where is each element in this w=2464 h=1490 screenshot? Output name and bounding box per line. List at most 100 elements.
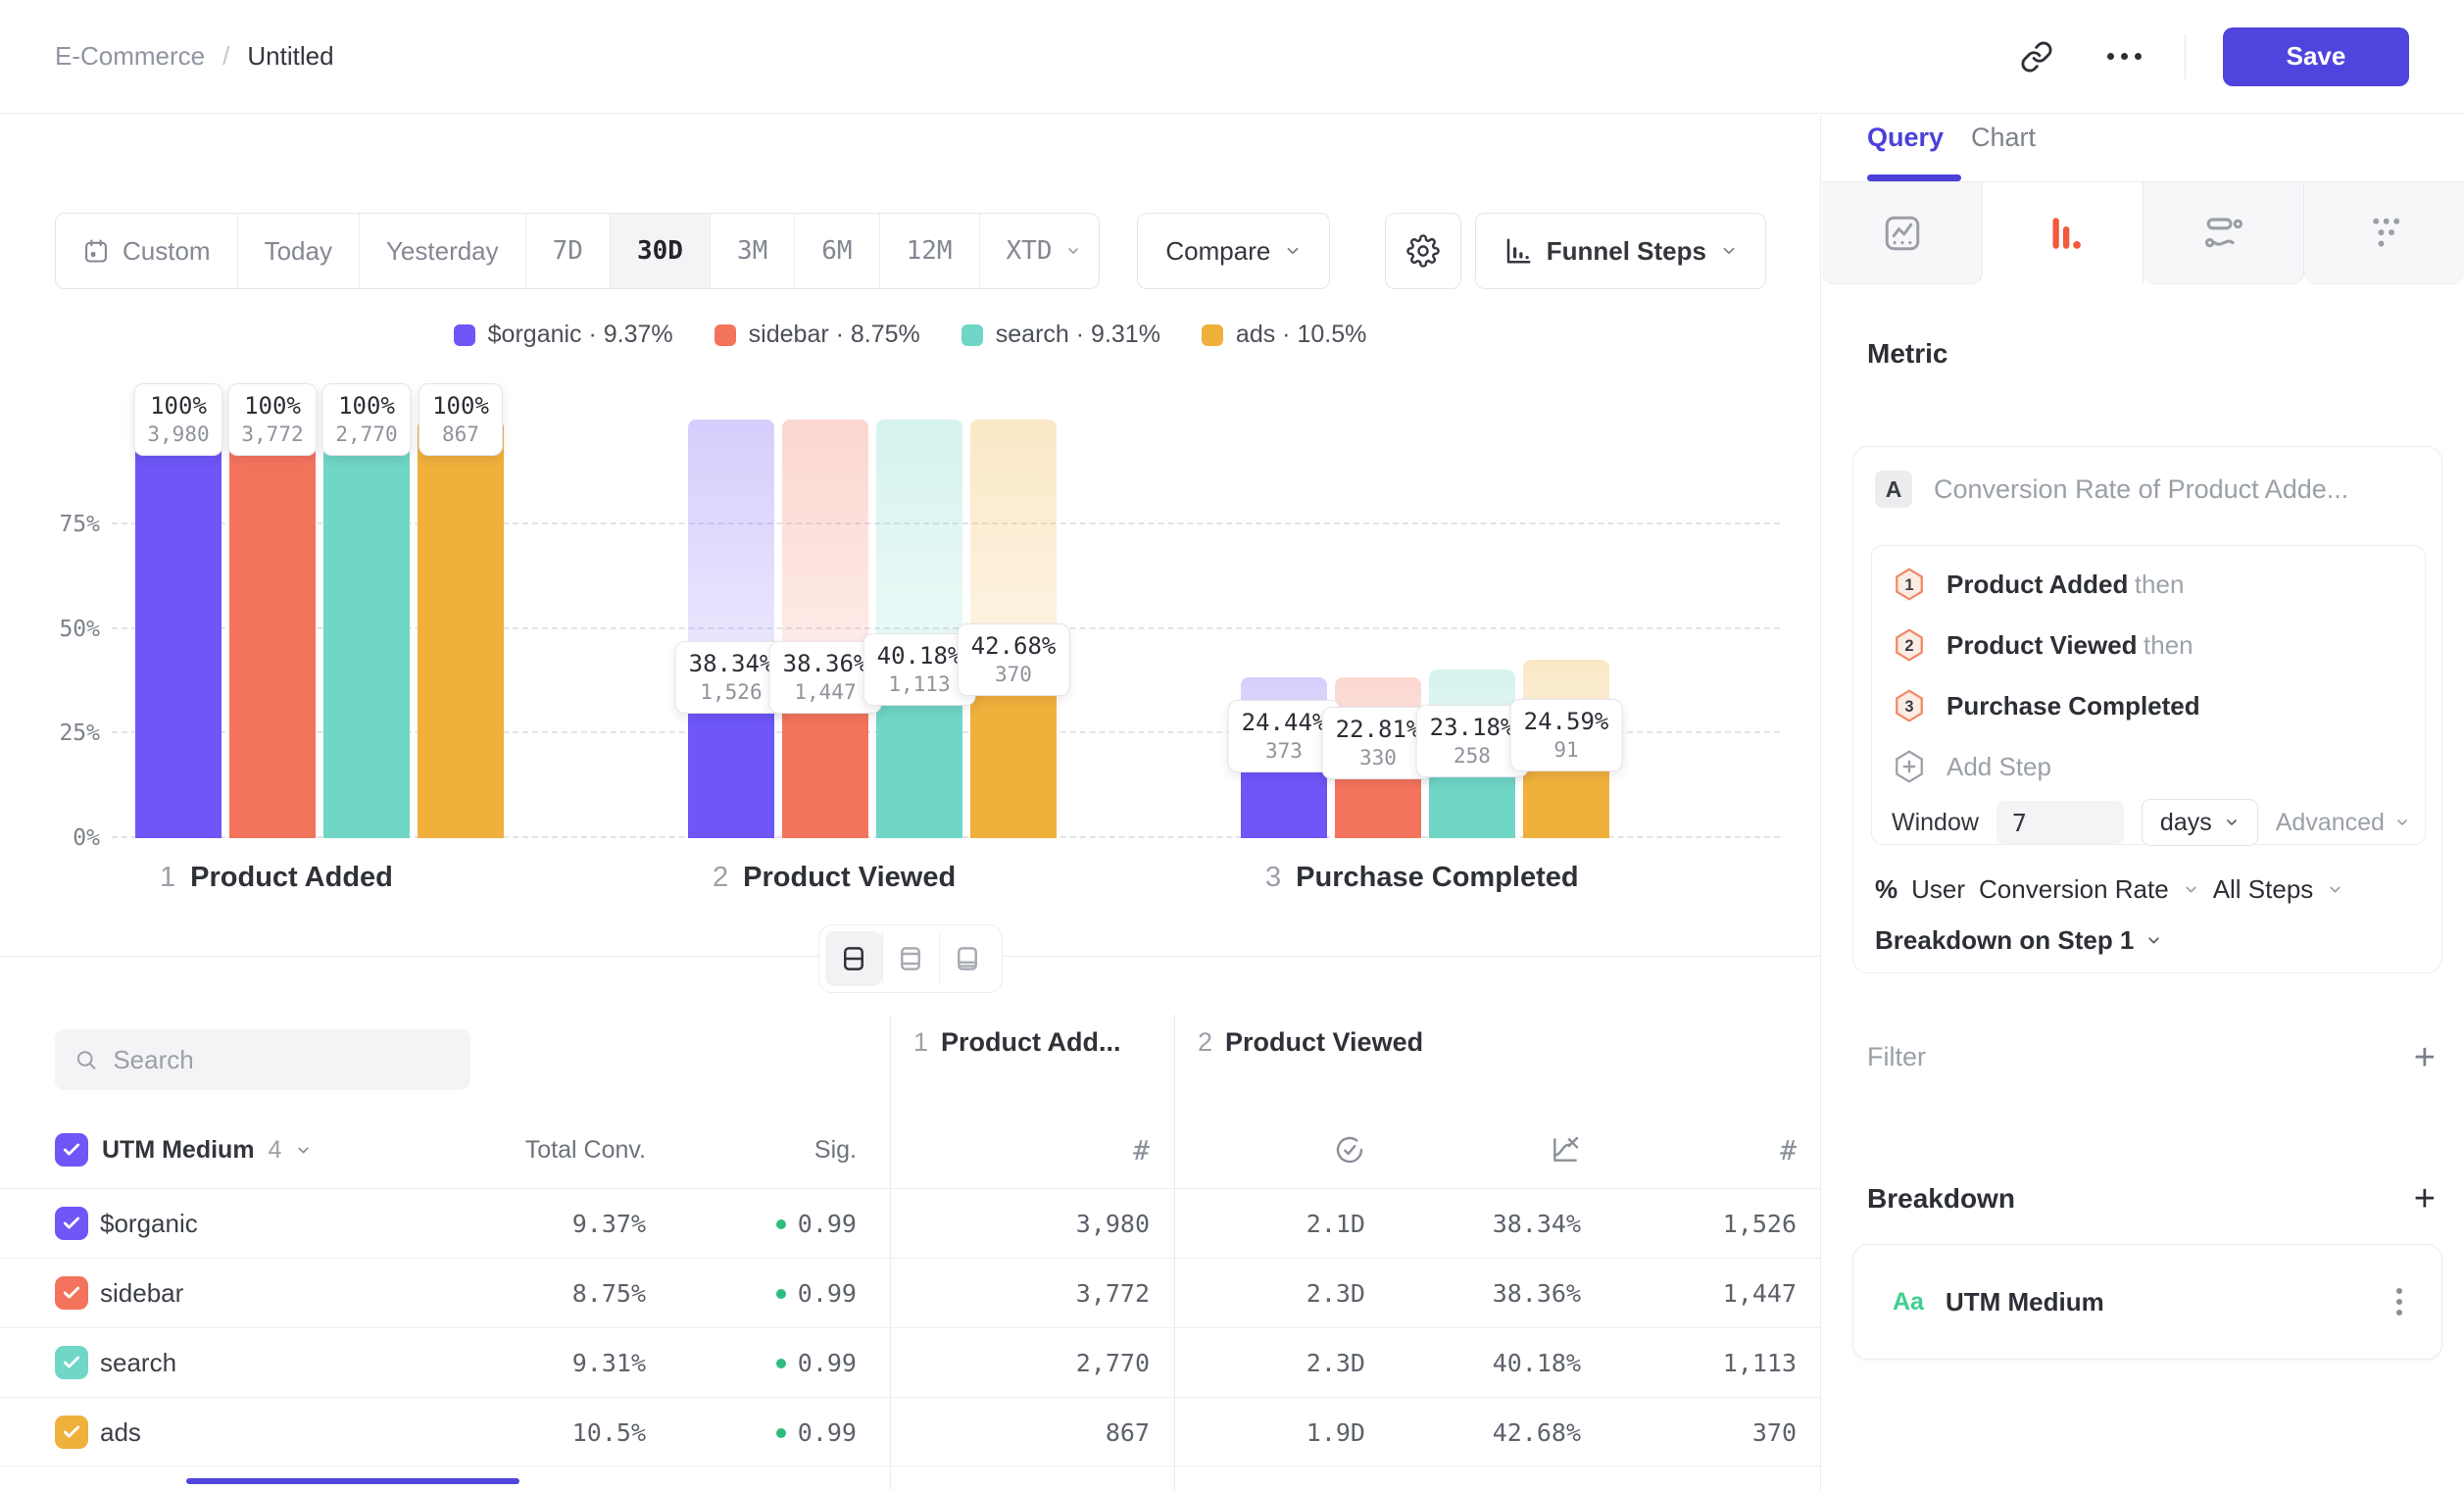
date-range-yesterday[interactable]: Yesterday: [360, 214, 526, 288]
legend-swatch: [454, 324, 475, 346]
avg-time-column-icon[interactable]: [1334, 1134, 1365, 1166]
layout-toggle-split-vertical[interactable]: [882, 931, 939, 986]
tab-journey-chart[interactable]: [2304, 182, 2464, 284]
select-all-checkbox[interactable]: [55, 1133, 88, 1167]
breakdown-on-step-select[interactable]: Breakdown on Step 1: [1875, 925, 2162, 956]
y-axis-tick: 50%: [22, 617, 100, 642]
breakdown-section: Breakdown +: [1867, 1183, 2436, 1215]
funnel-bar-ads[interactable]: 42.68%370: [970, 420, 1057, 838]
legend-item[interactable]: ads · 10.5%: [1202, 321, 1366, 349]
total-conv-header[interactable]: Total Conv.: [525, 1136, 646, 1165]
metric-step-row[interactable]: 2Product Viewed then: [1872, 615, 2425, 675]
conversion-column-icon[interactable]: [1550, 1134, 1581, 1166]
horizontal-scrollbar[interactable]: [186, 1478, 519, 1484]
share-link-button[interactable]: [2009, 29, 2064, 84]
row-checkbox[interactable]: [55, 1276, 88, 1310]
metric-step-row[interactable]: 1Product Added then: [1872, 554, 2425, 615]
chart-settings-button[interactable]: [1385, 213, 1460, 289]
date-range-12m[interactable]: 12M: [880, 214, 980, 288]
breakdown-item-menu[interactable]: [2396, 1288, 2402, 1316]
metric-title[interactable]: Conversion Rate of Product Adde...: [1934, 474, 2348, 505]
legend-item[interactable]: $organic · 9.37%: [454, 321, 673, 349]
layout-toggle-panel-bottom[interactable]: [939, 931, 996, 986]
window-unit-select[interactable]: days: [2142, 799, 2258, 846]
legend-item[interactable]: sidebar · 8.75%: [715, 321, 920, 349]
date-range-7d[interactable]: 7D: [526, 214, 611, 288]
y-axis-tick: 0%: [22, 825, 100, 851]
row-step2-time: 2.3D: [1306, 1328, 1365, 1398]
tab-flow-chart[interactable]: [2144, 182, 2304, 284]
funnel-bars-icon: [2043, 213, 2084, 254]
breadcrumb-current[interactable]: Untitled: [247, 41, 333, 72]
table-row[interactable]: search9.31%0.992,7702.3D40.18%1,113: [0, 1327, 1820, 1397]
funnel-step-section: 38.34%1,52638.36%1,44740.18%1,11342.68%3…: [668, 420, 1221, 838]
tab-query[interactable]: Query: [1867, 123, 1944, 153]
more-options-button[interactable]: [2107, 53, 2142, 60]
compare-button[interactable]: Compare: [1137, 213, 1330, 289]
tab-funnel-chart[interactable]: [1983, 182, 2144, 284]
row-checkbox[interactable]: [55, 1416, 88, 1449]
row-step2-conv: 38.34%: [1493, 1189, 1581, 1259]
add-filter-button[interactable]: +: [2414, 1043, 2436, 1072]
row-total-conv: 9.37%: [572, 1189, 646, 1259]
table-row[interactable]: ads10.5%0.998671.9D42.68%370: [0, 1397, 1820, 1466]
funnel-bar-search[interactable]: 23.18%258: [1429, 420, 1515, 838]
funnel-bar-search[interactable]: 40.18%1,113: [876, 420, 962, 838]
count-column-icon[interactable]: #: [1780, 1134, 1797, 1167]
table-row[interactable]: $organic9.37%0.993,9802.1D38.34%1,526: [0, 1188, 1820, 1258]
add-breakdown-button[interactable]: +: [2414, 1184, 2436, 1214]
row-checkbox[interactable]: [55, 1346, 88, 1379]
breakdown-column-header[interactable]: UTM Medium 4: [55, 1118, 312, 1182]
tab-insights-chart[interactable]: [1822, 182, 1983, 284]
measure-select[interactable]: Conversion Rate: [1979, 874, 2169, 905]
breakdown-property-name: UTM Medium: [1946, 1287, 2104, 1317]
save-button[interactable]: Save: [2223, 27, 2409, 86]
metric-badge: A: [1875, 471, 1912, 508]
legend-item[interactable]: search · 9.31%: [961, 321, 1160, 349]
chart-toolbar: CustomTodayYesterday 7D 30D3M6M 12M XTD Comp…: [55, 213, 1766, 289]
funnel-bar-ads[interactable]: 100%867: [418, 420, 504, 838]
metric-steps-list: 1Product Added then2Product Viewed then3…: [1872, 554, 2425, 736]
steps-scope-select[interactable]: All Steps: [2213, 874, 2314, 905]
advanced-toggle[interactable]: Advanced: [2276, 809, 2410, 837]
funnel-bar-sidebar[interactable]: 100%3,772: [229, 420, 316, 838]
conversion-bar: [135, 420, 222, 838]
metric-title-row[interactable]: A Conversion Rate of Product Adde...: [1875, 471, 2422, 508]
metric-step-row[interactable]: 3Purchase Completed: [1872, 675, 2425, 736]
date-range-custom[interactable]: Custom: [56, 214, 238, 288]
add-step-button[interactable]: Add Step: [1872, 736, 2425, 797]
row-step2-time: 2.3D: [1306, 1259, 1365, 1328]
layout-toggle-split-horizontal[interactable]: [825, 931, 882, 986]
row-name: ads: [100, 1398, 141, 1467]
funnel-bar-sidebar[interactable]: 38.36%1,447: [782, 420, 868, 838]
table-row[interactable]: sidebar8.75%0.993,7722.3D38.36%1,447: [0, 1258, 1820, 1327]
chart-type-label: Funnel Steps: [1547, 236, 1706, 267]
funnel-bar-$organic[interactable]: 100%3,980: [135, 420, 222, 838]
funnel-bar-$organic[interactable]: 38.34%1,526: [688, 420, 774, 838]
date-range-30d[interactable]: 30D: [611, 214, 711, 288]
row-sig: 0.99: [776, 1328, 857, 1398]
date-range-today[interactable]: Today: [238, 214, 360, 288]
funnel-bar-$organic[interactable]: 24.44%373: [1241, 420, 1327, 838]
sig-header[interactable]: Sig.: [814, 1136, 857, 1165]
funnel-bar-sidebar[interactable]: 22.81%330: [1335, 420, 1421, 838]
search-input[interactable]: [113, 1045, 451, 1075]
chart-type-select[interactable]: Funnel Steps: [1475, 213, 1766, 289]
funnel-bar-ads[interactable]: 24.59%91: [1523, 420, 1609, 838]
count-column-icon[interactable]: #: [1133, 1134, 1150, 1167]
breadcrumb-parent[interactable]: E-Commerce: [55, 41, 205, 72]
bar-value-label: 42.68%370: [958, 623, 1070, 696]
date-range-label: 7D: [553, 236, 583, 266]
entity-label[interactable]: User: [1911, 874, 1965, 905]
step-axis-label: 2Product Viewed: [713, 862, 956, 894]
filter-section: Filter +: [1867, 1042, 2436, 1072]
date-range-3m[interactable]: 3M: [711, 214, 795, 288]
date-range-6m[interactable]: 6M: [795, 214, 879, 288]
date-range-label: 12M: [907, 236, 953, 266]
date-range-xtd[interactable]: XTD: [980, 214, 1101, 288]
row-checkbox[interactable]: [55, 1207, 88, 1240]
tab-chart[interactable]: Chart: [1971, 123, 2036, 153]
funnel-bar-search[interactable]: 100%2,770: [323, 420, 410, 838]
window-value-input[interactable]: [1996, 801, 2124, 844]
breakdown-item-card[interactable]: Aa UTM Medium: [1852, 1244, 2442, 1360]
